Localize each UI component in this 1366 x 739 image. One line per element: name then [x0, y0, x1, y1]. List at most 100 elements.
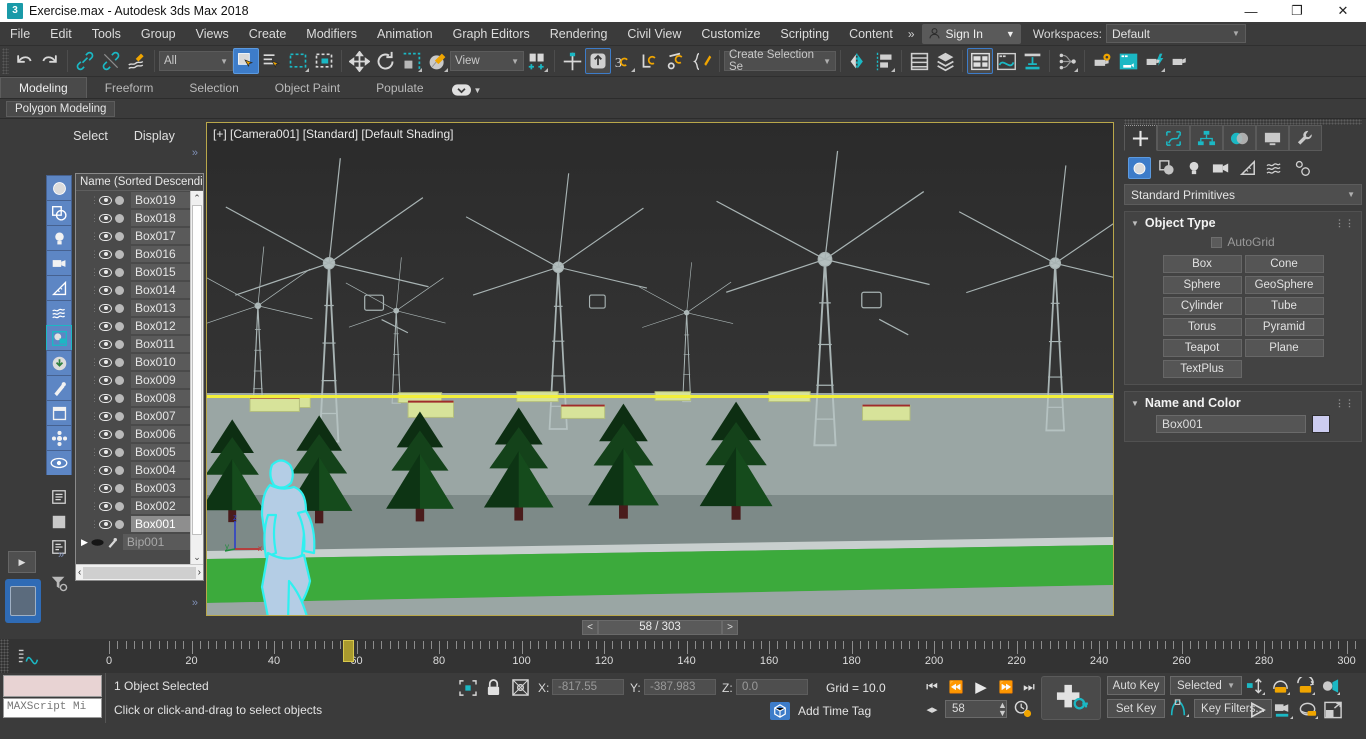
scene-explorer-icon[interactable] [932, 48, 958, 74]
rollout-header-object-type[interactable]: ▼ Object Type ⋮⋮ [1125, 212, 1361, 233]
scroll-down-arrow-icon[interactable]: ⌄ [191, 550, 203, 564]
containers-filter-icon[interactable] [46, 350, 72, 376]
object-color-dot[interactable] [115, 465, 124, 475]
list-vertical-scrollbar[interactable]: ⌃ ⌄ [190, 191, 203, 564]
minimize-button[interactable]: — [1228, 0, 1274, 22]
rectangular-selection-region-icon[interactable] [285, 48, 311, 74]
spinner-snap-icon[interactable] [663, 48, 689, 74]
menu-item-modifiers[interactable]: Modifiers [296, 24, 367, 44]
pan-icon[interactable] [1247, 700, 1269, 720]
object-color-dot[interactable] [115, 393, 124, 403]
y-coordinate-field[interactable]: -387.983 [644, 679, 716, 695]
rollout-drag-dots-icon[interactable]: ⋮⋮ [1335, 398, 1355, 409]
autogrid-row[interactable]: AutoGrid [1125, 233, 1361, 255]
list-horizontal-scrollbar[interactable]: ‹ › [76, 564, 203, 580]
material-editor-icon[interactable] [1089, 48, 1115, 74]
visibility-eye-icon[interactable] [99, 465, 112, 475]
create-pyramid-button[interactable]: Pyramid [1244, 318, 1324, 336]
select-object-icon[interactable] [233, 48, 259, 74]
visibility-eye-icon[interactable] [99, 483, 112, 493]
select-and-place-icon[interactable] [424, 48, 450, 74]
visibility-eye-icon[interactable] [99, 231, 112, 241]
space-warps-filter-icon[interactable] [46, 300, 72, 326]
list-item[interactable]: ⋮ Box002 [76, 497, 203, 515]
render-setup-icon[interactable] [1115, 48, 1141, 74]
visibility-eye-icon[interactable] [99, 267, 112, 277]
cameras-icon[interactable] [1209, 157, 1232, 179]
object-color-dot[interactable] [115, 429, 124, 439]
frame-spinner[interactable]: ▲ ▼ [998, 701, 1007, 718]
toggle-scene-explorer-icon[interactable] [967, 48, 993, 74]
visibility-eye-icon[interactable] [99, 249, 112, 259]
viewport-label[interactable]: [+] [Camera001] [Standard] [Default Shad… [213, 127, 453, 141]
create-tube-button[interactable]: Tube [1244, 297, 1324, 315]
object-color-dot[interactable] [115, 447, 124, 457]
visibility-eye-icon[interactable] [99, 285, 112, 295]
zoom-all-icon[interactable] [1269, 676, 1291, 696]
lights-filter-icon[interactable] [46, 225, 72, 251]
add-time-tag-icon[interactable] [770, 702, 790, 720]
list-item[interactable]: ⋮ Box018 [76, 209, 203, 227]
scroll-right-arrow-icon[interactable]: › [198, 567, 201, 578]
key-mode-arrows-icon[interactable]: ◂▸ [921, 700, 943, 718]
visibility-eye-icon[interactable] [99, 411, 112, 421]
object-color-dot[interactable] [115, 231, 124, 241]
scene-explorer-tab-display[interactable]: Display [134, 129, 175, 143]
absolute-relative-transform-icon[interactable] [512, 679, 530, 697]
create-tab-icon[interactable] [1124, 125, 1157, 151]
scene-explorer-rows[interactable]: ⋮ Box019 ⋮ Box018 ⋮ Box017 ⋮ Box016 ⋮ Box015 … [76, 191, 203, 564]
object-color-dot[interactable] [115, 249, 124, 259]
bind-space-warp-icon[interactable] [124, 48, 150, 74]
list-item[interactable]: ⋮ Box007 [76, 407, 203, 425]
shapes-icon[interactable] [1155, 157, 1178, 179]
expand-triangle-icon[interactable]: ▶ [81, 537, 88, 548]
list-item-selected[interactable]: ⋮ Box001 [76, 515, 203, 533]
menu-item-create[interactable]: Create [239, 24, 297, 44]
filter-settings-icon[interactable] [46, 570, 72, 596]
visibility-eye-icon[interactable] [99, 303, 112, 313]
shapes-filter-icon[interactable] [46, 200, 72, 226]
autogrid-checkbox[interactable] [1211, 236, 1223, 248]
menu-item-civil-view[interactable]: Civil View [617, 24, 691, 44]
left-dock-flyout-button[interactable]: ▶ [8, 551, 36, 573]
visibility-eye-icon[interactable] [99, 447, 112, 457]
key-set-dropdown[interactable]: Selected ▼ [1170, 676, 1242, 695]
goto-start-icon[interactable]: ⏮ [921, 677, 943, 697]
menu-item-animation[interactable]: Animation [367, 24, 443, 44]
helpers-icon[interactable] [1236, 157, 1259, 179]
create-plane-button[interactable]: Plane [1244, 339, 1324, 357]
menu-item-customize[interactable]: Customize [691, 24, 770, 44]
list-display-icon[interactable] [46, 484, 72, 510]
object-color-dot[interactable] [115, 195, 124, 205]
frozen-filter-icon[interactable] [46, 425, 72, 451]
timeline-ruler[interactable]: 0 20 40 60 80 100 120 140 160 180 200 220 240 260 280 3… [51, 639, 1366, 673]
space-warps-icon[interactable] [1263, 157, 1286, 179]
menu-item-group[interactable]: Group [131, 24, 186, 44]
list-item[interactable]: ⋮ Box006 [76, 425, 203, 443]
sign-in-button[interactable]: Sign In ▼ [921, 23, 1021, 44]
walk-through-icon[interactable] [1297, 700, 1319, 720]
ribbon-tab-freeform[interactable]: Freeform [87, 78, 172, 98]
scroll-left-arrow-icon[interactable]: ‹ [78, 567, 81, 578]
cameras-filter-icon[interactable] [46, 250, 72, 276]
angle-snap-icon[interactable]: 3 [611, 48, 637, 74]
geometry-icon[interactable] [1128, 157, 1151, 179]
scrollbar-thumb[interactable] [83, 566, 196, 579]
collapse-triangle-icon[interactable]: ▼ [1131, 399, 1139, 408]
selection-region-icon[interactable] [458, 679, 478, 697]
menu-item-rendering[interactable]: Rendering [540, 24, 618, 44]
object-color-swatch[interactable] [1312, 415, 1330, 433]
undo-icon[interactable] [11, 48, 37, 74]
bones-filter-icon[interactable] [46, 375, 72, 401]
z-coordinate-field[interactable]: 0.0 [736, 679, 808, 695]
scene-explorer-tab-select[interactable]: Select [73, 129, 108, 143]
menu-item-edit[interactable]: Edit [40, 24, 82, 44]
scroll-up-arrow-icon[interactable]: ⌃ [191, 191, 203, 205]
scrollbar-thumb[interactable] [192, 205, 202, 535]
visibility-eye-icon[interactable] [99, 321, 112, 331]
groups-filter-icon[interactable] [46, 400, 72, 426]
primitive-category-dropdown[interactable]: Standard Primitives ▼ [1124, 184, 1362, 205]
workspace-dropdown[interactable]: Default ▼ [1105, 24, 1246, 43]
previous-frame-icon[interactable]: ⏪ [945, 677, 967, 697]
create-textplus-button[interactable]: TextPlus [1162, 360, 1242, 378]
